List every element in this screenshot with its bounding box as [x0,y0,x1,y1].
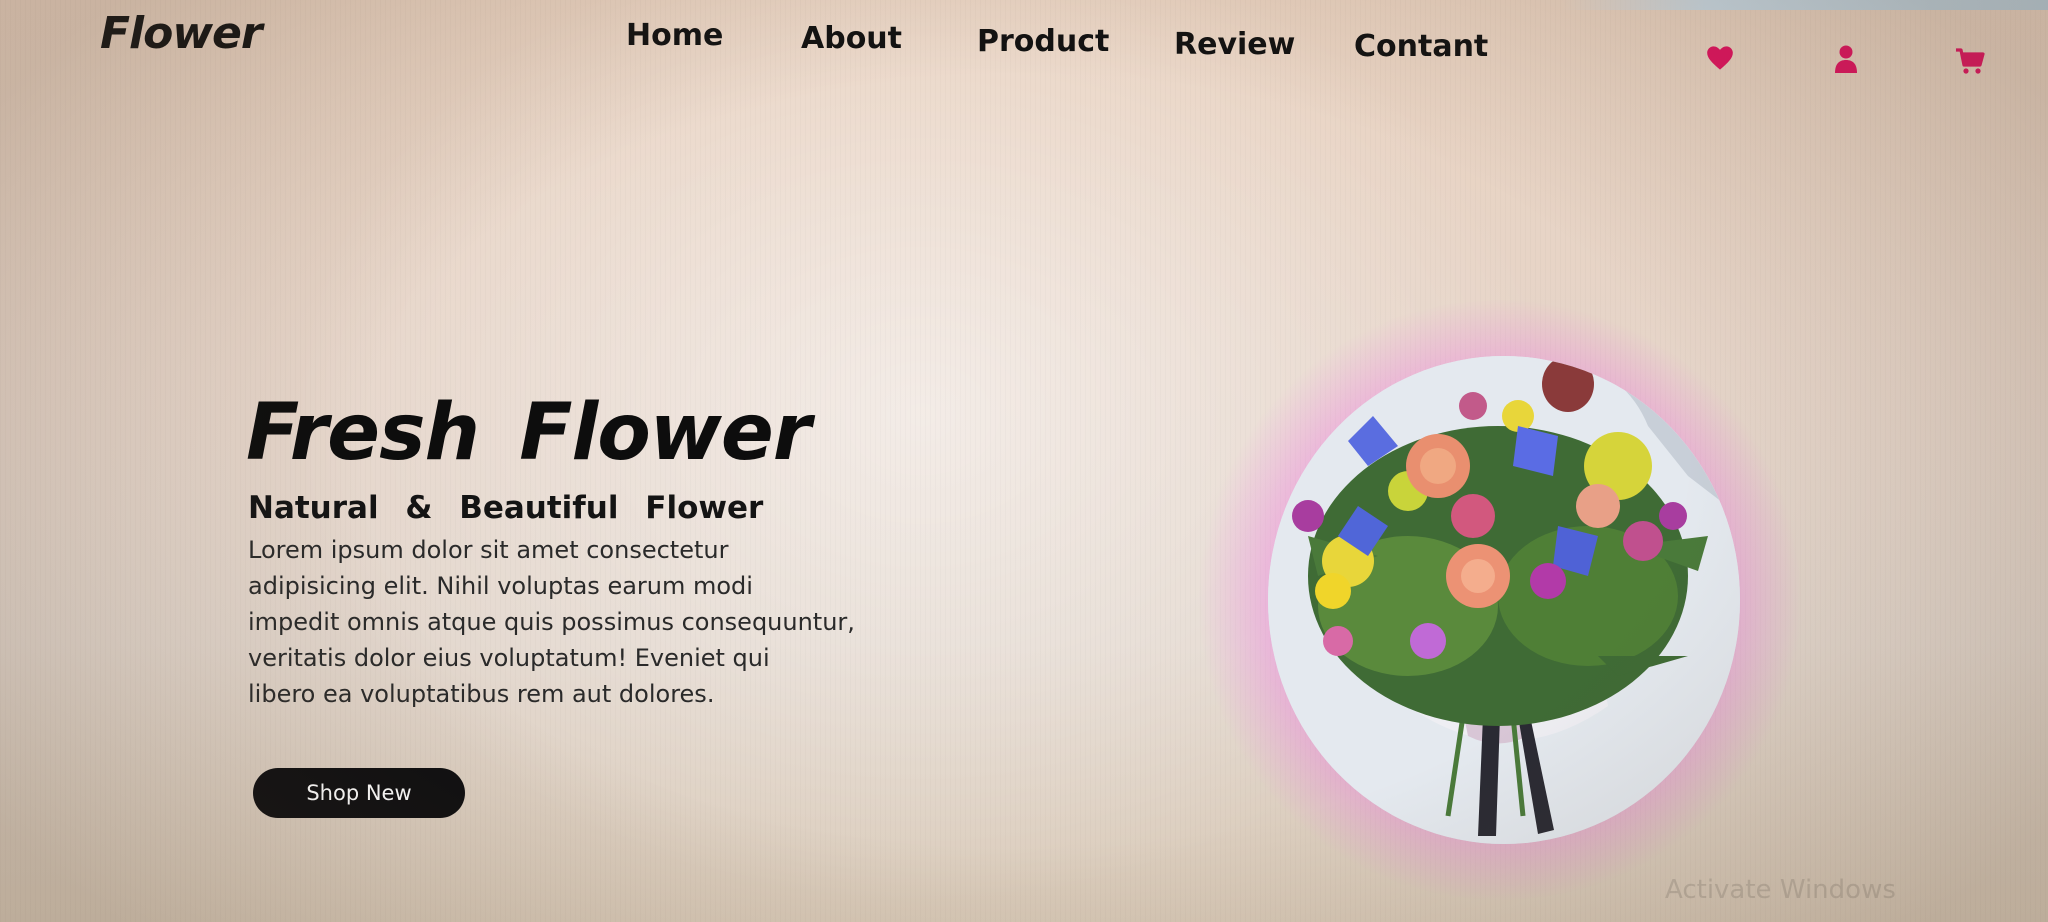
nav-review-link[interactable]: Review [1174,27,1295,62]
site-logo[interactable]: Flower [100,8,263,59]
nav-about-link[interactable]: About [801,21,902,56]
hero-title: Fresh Flower [246,388,811,478]
heart-icon[interactable] [1702,40,1738,76]
hero-description-line: Lorem ipsum dolor sit amet consectetur [248,536,729,564]
hero-subtitle: Natural & Beautiful Flower [248,490,764,526]
hero-description-line: impedit omnis atque quis possimus conseq… [248,608,855,636]
activate-windows-watermark: Activate Windows [1665,875,1896,905]
hero-description-line: adipisicing elit. Nihil voluptas earum m… [248,572,753,600]
shop-new-button[interactable]: Shop New [253,768,465,818]
nav-home-link[interactable]: Home [626,18,723,53]
nav-product-link[interactable]: Product [977,24,1109,59]
user-icon[interactable] [1828,41,1864,77]
hero-description-line: libero ea voluptatibus rem aut dolores. [248,680,715,708]
browser-edge [1560,0,2048,10]
shopping-cart-icon[interactable] [1952,43,1988,79]
hero-description-line: veritatis dolor eius voluptatum! Eveniet… [248,644,770,672]
flower-bouquet-image [1268,356,1740,844]
bouquet-illustration [1268,356,1740,844]
nav-contant-link[interactable]: Contant [1354,29,1488,64]
hero-description: Lorem ipsum dolor sit amet consectetur a… [248,532,898,712]
